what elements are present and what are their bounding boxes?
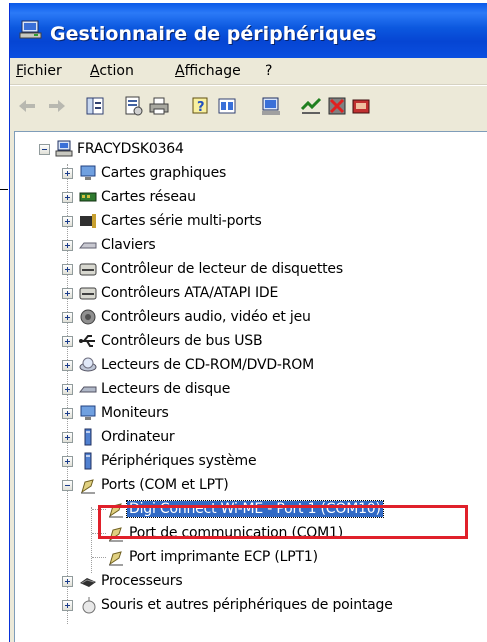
tree-item-label: Ordinateur <box>101 429 175 445</box>
tree-item-label: Contrôleurs de bus USB <box>101 333 263 349</box>
expand-toggle[interactable] <box>62 576 73 587</box>
tree-item-label: Moniteurs <box>101 405 169 421</box>
disk-drive-icon <box>79 380 97 398</box>
tree-item-moniteurs[interactable]: Moniteurs <box>15 402 475 426</box>
tree-item-label: Lecteurs de disque <box>101 381 231 397</box>
tree-item-label: Lecteurs de CD-ROM/DVD-ROM <box>101 357 315 373</box>
expand-toggle[interactable] <box>62 168 73 179</box>
tree-item-label: Souris et autres périphériques de pointa… <box>101 597 393 613</box>
tree-item-label: Cartes réseau <box>101 189 196 205</box>
update-driver-icon[interactable] <box>300 95 322 117</box>
floppy-controller-icon <box>79 260 97 278</box>
tree-item-label: Ports (COM et LPT) <box>101 477 229 493</box>
monitor-icon <box>79 404 97 422</box>
system-device-icon <box>79 452 97 470</box>
menu-help[interactable]: ? <box>265 63 272 79</box>
tree-connector <box>92 557 106 558</box>
tree-item-label: Cartes série multi-ports <box>101 213 262 229</box>
back-icon[interactable] <box>16 95 38 117</box>
multiport-serial-icon <box>79 212 97 230</box>
menu-affichage[interactable]: Affichage <box>175 63 241 79</box>
tree-item-ports[interactable]: Ports (COM et LPT) <box>15 474 475 498</box>
keyboard-icon <box>79 236 97 254</box>
title-bar[interactable]: Gestionnaire de périphériques <box>10 3 487 58</box>
tree-item-disques[interactable]: Lecteurs de disque <box>15 378 475 402</box>
tree-item-ordinateur[interactable]: Ordinateur <box>15 426 475 450</box>
properties-icon[interactable] <box>122 95 144 117</box>
scan-hardware-icon[interactable] <box>260 95 282 117</box>
view-icon[interactable] <box>216 95 238 117</box>
computer-icon <box>79 428 97 446</box>
forward-icon[interactable] <box>46 95 68 117</box>
mouse-icon <box>79 596 97 614</box>
tree-item-cartes-reseau[interactable]: Cartes réseau <box>15 186 475 210</box>
device-tree: FRACYDSK0364 Cartes graphiques Cartes ré… <box>14 131 487 642</box>
svg-text:?: ? <box>197 100 205 115</box>
expand-toggle[interactable] <box>62 288 73 299</box>
expand-toggle[interactable] <box>62 384 73 395</box>
expand-toggle[interactable] <box>62 264 73 275</box>
ide-controller-icon <box>79 284 97 302</box>
menu-action[interactable]: Action <box>90 63 134 79</box>
tree-root[interactable]: FRACYDSK0364 <box>15 138 415 162</box>
sound-icon <box>79 308 97 326</box>
network-adapter-icon <box>79 188 97 206</box>
tree-item-label: Contrôleur de lecteur de disquettes <box>101 261 343 277</box>
collapse-toggle[interactable] <box>39 144 50 155</box>
display-adapter-icon <box>79 164 97 182</box>
expand-toggle[interactable] <box>62 456 73 467</box>
toolbar: ? <box>10 85 487 128</box>
computer-icon <box>55 140 73 158</box>
expand-toggle[interactable] <box>62 216 73 227</box>
tree-item-cartes-graphiques[interactable]: Cartes graphiques <box>15 162 475 186</box>
port-icon <box>79 476 97 494</box>
menu-bar: Fichier Action Affichage ? <box>10 58 487 85</box>
tree-item-lpt1[interactable]: Port imprimante ECP (LPT1) <box>15 546 475 570</box>
tree-item-disquettes[interactable]: Contrôleur de lecteur de disquettes <box>15 258 475 282</box>
port-icon <box>107 548 125 566</box>
print-icon[interactable] <box>148 95 170 117</box>
window-title: Gestionnaire de périphériques <box>50 23 377 45</box>
tree-item-label: Processeurs <box>101 573 183 589</box>
expand-toggle[interactable] <box>62 360 73 371</box>
tree-item-claviers[interactable]: Claviers <box>15 234 475 258</box>
tree-item-systeme[interactable]: Périphériques système <box>15 450 475 474</box>
properties-pane-icon[interactable] <box>84 95 106 117</box>
help-icon[interactable]: ? <box>190 95 212 117</box>
tree-item-label: Cartes graphiques <box>101 165 227 181</box>
disable-icon[interactable] <box>326 95 348 117</box>
device-manager-icon <box>19 20 43 40</box>
tree-item-souris[interactable]: Souris et autres périphériques de pointa… <box>15 594 485 618</box>
expand-toggle[interactable] <box>62 336 73 347</box>
menu-fichier[interactable]: Fichier <box>16 63 62 79</box>
tree-item-label: Claviers <box>101 237 156 253</box>
expand-toggle[interactable] <box>62 240 73 251</box>
highlight-annotation <box>98 505 468 539</box>
expand-toggle[interactable] <box>62 312 73 323</box>
expand-toggle[interactable] <box>62 192 73 203</box>
tree-item-label: Contrôleurs ATA/ATAPI IDE <box>101 285 279 301</box>
expand-toggle[interactable] <box>62 432 73 443</box>
tree-item-label: Périphériques système <box>101 453 257 469</box>
tree-item-usb[interactable]: Contrôleurs de bus USB <box>15 330 475 354</box>
tree-item-cdrom[interactable]: Lecteurs de CD-ROM/DVD-ROM <box>15 354 475 378</box>
tree-item-audio[interactable]: Contrôleurs audio, vidéo et jeu <box>15 306 475 330</box>
tree-item-ata-atapi[interactable]: Contrôleurs ATA/ATAPI IDE <box>15 282 475 306</box>
expand-toggle[interactable] <box>62 408 73 419</box>
uninstall-icon[interactable] <box>350 95 372 117</box>
tree-root-label: FRACYDSK0364 <box>77 141 184 157</box>
usb-icon <box>79 332 97 350</box>
collapse-toggle[interactable] <box>62 480 73 491</box>
device-manager-window: Gestionnaire de périphériques Fichier Ac… <box>9 3 487 642</box>
tree-item-cartes-serie[interactable]: Cartes série multi-ports <box>15 210 475 234</box>
tree-item-label: Contrôleurs audio, vidéo et jeu <box>101 309 311 325</box>
expand-toggle[interactable] <box>62 600 73 611</box>
cdrom-icon <box>79 356 97 374</box>
tree-item-label: Port imprimante ECP (LPT1) <box>129 549 318 565</box>
annotation-pointer-line <box>0 189 8 190</box>
processor-icon <box>79 572 97 590</box>
tree-item-processeurs[interactable]: Processeurs <box>15 570 475 594</box>
